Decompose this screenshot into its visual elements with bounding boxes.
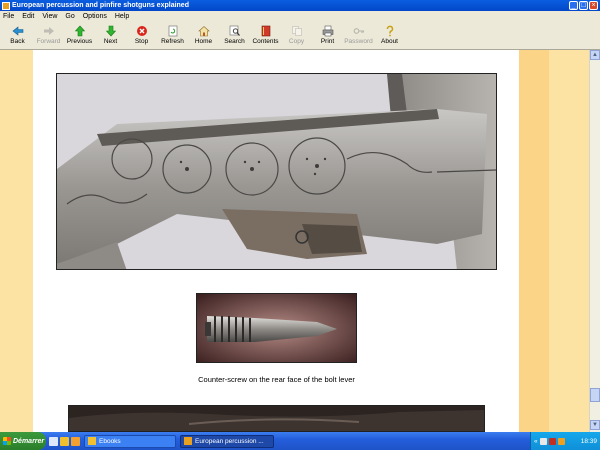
scroll-thumb[interactable] xyxy=(590,388,600,402)
stop-label: Stop xyxy=(134,38,149,45)
vertical-scrollbar[interactable]: ▲ ▼ xyxy=(589,50,600,432)
stop-icon xyxy=(136,25,148,37)
stop-button[interactable]: Stop xyxy=(126,22,157,49)
engraved-action-photo xyxy=(56,73,497,270)
previous-button[interactable]: Previous xyxy=(64,22,95,49)
copy-button[interactable]: Copy xyxy=(281,22,312,49)
windows-logo-icon xyxy=(3,437,11,445)
up-arrow-icon xyxy=(74,25,86,37)
about-label: About xyxy=(381,38,398,45)
folder-icon xyxy=(88,437,96,445)
content-pane: Counter-screw on the rear face of the bo… xyxy=(0,50,589,432)
next-label: Next xyxy=(103,38,118,45)
clock: 18:39 xyxy=(580,437,597,445)
menu-file[interactable]: File xyxy=(3,13,14,20)
search-label: Search xyxy=(224,38,245,45)
update-icon[interactable] xyxy=(557,437,565,445)
toolbar: Back Forward Previous Next Stop Refresh … xyxy=(0,22,600,50)
app-icon xyxy=(2,1,10,10)
start-button[interactable]: Démarrer xyxy=(0,432,46,450)
folder-icon[interactable] xyxy=(60,436,69,446)
about-button[interactable]: About xyxy=(374,22,405,49)
tray-expand-icon[interactable]: « xyxy=(534,438,538,445)
menu-help[interactable]: Help xyxy=(115,13,129,20)
refresh-label: Refresh xyxy=(161,38,184,45)
next-button[interactable]: Next xyxy=(95,22,126,49)
quick-launch xyxy=(49,436,80,446)
window-controls: _ □ × xyxy=(569,1,598,10)
close-button[interactable]: × xyxy=(589,1,598,10)
minimize-button[interactable]: _ xyxy=(569,1,578,10)
back-button[interactable]: Back xyxy=(2,22,33,49)
book-icon xyxy=(184,437,192,445)
home-label: Home xyxy=(194,38,213,45)
printer-icon xyxy=(322,25,334,37)
forward-arrow-icon xyxy=(43,25,55,37)
password-label: Password xyxy=(344,38,373,45)
question-icon xyxy=(384,25,396,37)
menu-options[interactable]: Options xyxy=(83,13,107,20)
down-arrow-icon xyxy=(105,25,117,37)
back-arrow-icon xyxy=(12,25,24,37)
menu-edit[interactable]: Edit xyxy=(22,13,34,20)
menu-go[interactable]: Go xyxy=(65,13,74,20)
next-photo xyxy=(68,405,485,432)
desktop-icon[interactable] xyxy=(49,436,58,446)
previous-label: Previous xyxy=(66,38,93,45)
task-european-percussion[interactable]: European percussion ... xyxy=(180,434,274,448)
task-ebooks-label: Ebooks xyxy=(99,437,121,445)
print-label: Print xyxy=(320,38,335,45)
home-icon xyxy=(197,25,210,37)
copy-label: Copy xyxy=(288,38,305,45)
key-icon xyxy=(353,25,365,37)
contents-button[interactable]: Contents xyxy=(250,22,281,49)
title-bar: European percussion and pinfire shotguns… xyxy=(0,0,600,11)
back-label: Back xyxy=(10,38,25,45)
right-margin-band xyxy=(519,50,549,432)
right-outer-band xyxy=(549,50,589,432)
book-icon xyxy=(260,25,272,37)
forward-label: Forward xyxy=(36,38,61,45)
forward-button[interactable]: Forward xyxy=(33,22,64,49)
photo-caption: Counter-screw on the rear face of the bo… xyxy=(198,375,355,384)
maximize-button[interactable]: □ xyxy=(579,1,588,10)
refresh-button[interactable]: Refresh xyxy=(157,22,188,49)
scroll-track[interactable] xyxy=(590,60,600,420)
search-icon xyxy=(229,25,241,37)
window-title: European percussion and pinfire shotguns… xyxy=(12,2,189,9)
counter-screw-photo xyxy=(196,293,357,363)
scroll-down-arrow-icon[interactable]: ▼ xyxy=(590,420,600,430)
security-icon[interactable] xyxy=(548,437,556,445)
password-button[interactable]: Password xyxy=(343,22,374,49)
taskbar: Démarrer Ebooks European percussion ... … xyxy=(0,432,600,450)
home-button[interactable]: Home xyxy=(188,22,219,49)
print-button[interactable]: Print xyxy=(312,22,343,49)
refresh-icon xyxy=(167,25,179,37)
scroll-up-arrow-icon[interactable]: ▲ xyxy=(590,50,600,60)
network-icon[interactable] xyxy=(539,437,547,445)
menu-bar: File Edit View Go Options Help xyxy=(0,11,600,22)
start-label: Démarrer xyxy=(13,437,45,445)
left-margin-band xyxy=(0,50,33,432)
menu-view[interactable]: View xyxy=(42,13,57,20)
ebook-icon[interactable] xyxy=(71,436,80,446)
task-ebooks[interactable]: Ebooks xyxy=(84,434,176,448)
search-button[interactable]: Search xyxy=(219,22,250,49)
system-tray: « 18:39 xyxy=(530,432,600,450)
contents-label: Contents xyxy=(252,38,279,45)
copy-icon xyxy=(291,25,303,37)
task-european-percussion-label: European percussion ... xyxy=(195,437,264,445)
